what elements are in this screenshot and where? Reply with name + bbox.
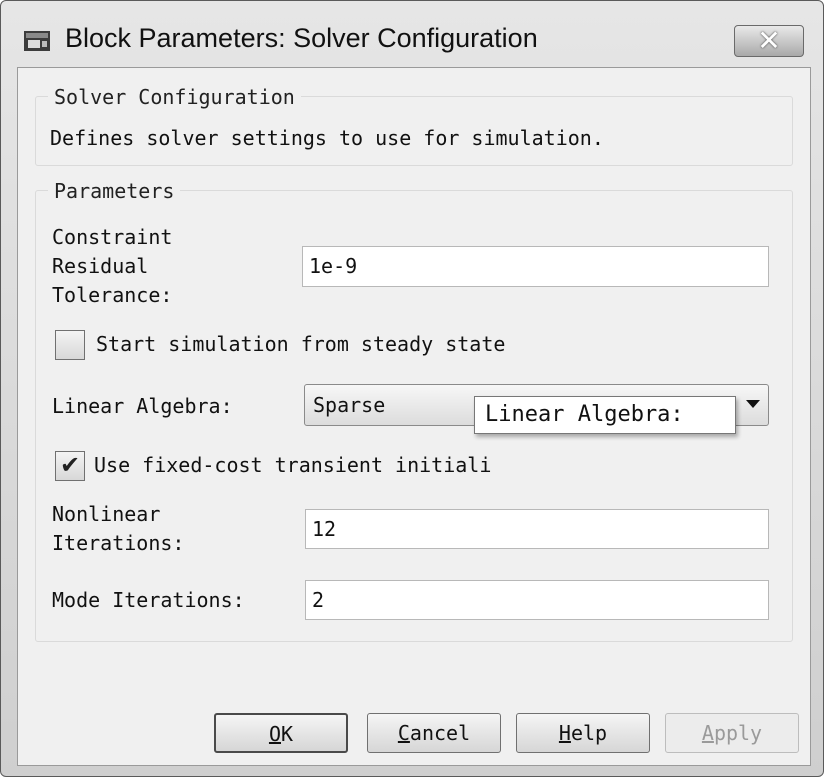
constraint-tolerance-input[interactable]: 1e-9 (302, 246, 769, 287)
close-button[interactable]: ✕ (734, 24, 804, 57)
steady-state-checkbox[interactable] (55, 330, 85, 360)
nonlinear-iterations-label: Nonlinear Iterations: (52, 502, 185, 555)
title-bar[interactable]: Block Parameters: Solver Configuration ✕ (1, 1, 823, 67)
close-icon: ✕ (757, 24, 781, 57)
linear-algebra-selected: Sparse (313, 393, 386, 417)
description-group-legend: Solver Configuration (48, 85, 301, 109)
chevron-down-icon (746, 400, 760, 408)
checkmark-icon: ✔ (60, 451, 81, 479)
fixed-cost-checkbox[interactable]: ✔ (55, 451, 85, 481)
apply-button: Apply (665, 713, 799, 753)
help-button[interactable]: Help (516, 713, 650, 753)
steady-state-label: Start simulation from steady state (96, 332, 506, 356)
fixed-cost-label: Use fixed-cost transient initiali (94, 453, 492, 477)
window-title: Block Parameters: Solver Configuration (65, 23, 538, 53)
dialog-window: Block Parameters: Solver Configuration ✕… (0, 0, 824, 777)
parameters-group-legend: Parameters (48, 179, 181, 203)
constraint-tolerance-label: Constraint Residual Tolerance: (52, 225, 173, 307)
simulink-block-icon (24, 31, 50, 51)
mode-iterations-label: Mode Iterations: (52, 588, 245, 612)
linear-algebra-tooltip: Linear Algebra: (474, 396, 736, 434)
ok-button[interactable]: OK (214, 713, 348, 753)
linear-algebra-label: Linear Algebra: (52, 394, 233, 418)
cancel-button[interactable]: Cancel (367, 713, 501, 753)
nonlinear-iterations-input[interactable]: 12 (305, 509, 769, 549)
block-description: Defines solver settings to use for simul… (50, 126, 604, 150)
mode-iterations-input[interactable]: 2 (305, 580, 769, 620)
